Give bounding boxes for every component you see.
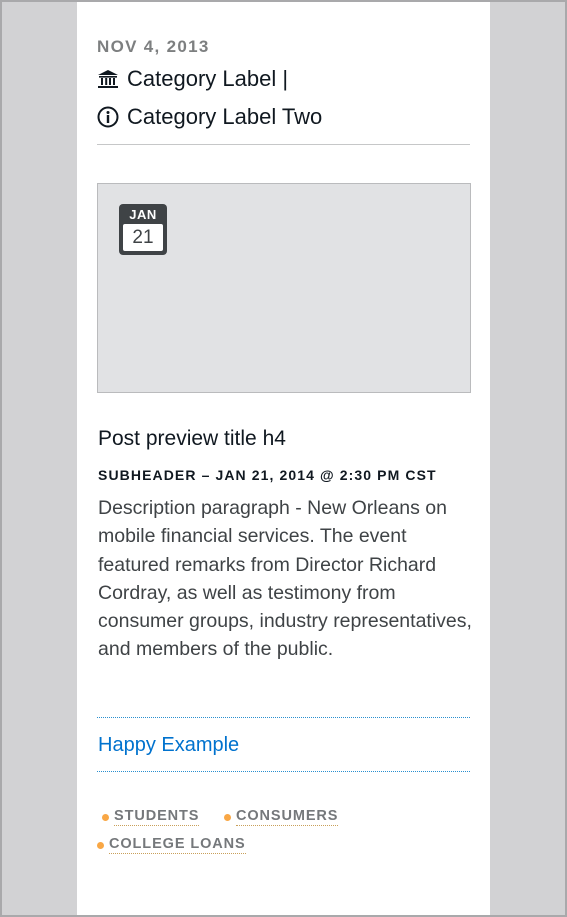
tag-bullet-icon	[102, 813, 109, 821]
post-image-placeholder: JAN 21	[97, 183, 471, 393]
post-description: Description paragraph - New Orleans on m…	[98, 497, 472, 661]
tag-students[interactable]: STUDENTS	[102, 808, 200, 826]
post-subheader: SUBHEADER – JAN 21, 2014 @ 2:30 PM CST	[98, 467, 437, 483]
category-link-two[interactable]: Category Label Two	[97, 104, 322, 130]
bank-icon	[97, 68, 119, 90]
category-label-two: Category Label Two	[127, 104, 323, 129]
category-link-one[interactable]: Category Label |	[97, 66, 288, 92]
category-label-one: Category Label |	[127, 66, 289, 91]
tag-label: STUDENTS	[114, 808, 200, 826]
tag-consumers[interactable]: CONSUMERS	[224, 808, 339, 826]
tag-college-loans[interactable]: COLLEGE LOANS	[97, 836, 246, 854]
happy-example-link[interactable]: Happy Example	[98, 734, 239, 757]
tag-bullet-icon	[224, 813, 231, 821]
link-bottom-divider	[97, 771, 470, 772]
calendar-month: JAN	[129, 207, 157, 222]
header-divider	[97, 144, 470, 145]
post-preview-card: NOV 4, 2013 Category Label | Category La…	[77, 2, 490, 915]
post-title[interactable]: Post preview title h4	[98, 427, 286, 451]
calendar-day: 21	[123, 224, 163, 251]
info-circle-icon	[97, 106, 119, 128]
tag-label: COLLEGE LOANS	[109, 836, 246, 854]
tag-bullet-icon	[97, 841, 104, 849]
calendar-icon: JAN 21	[119, 204, 167, 255]
tag-label: CONSUMERS	[236, 808, 339, 826]
post-date: NOV 4, 2013	[97, 37, 210, 56]
link-top-divider	[97, 717, 470, 718]
